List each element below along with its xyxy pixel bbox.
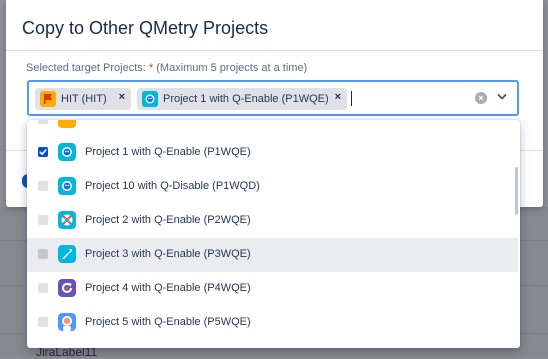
option-checkbox[interactable]	[38, 249, 48, 259]
chip-label: HIT (HIT)	[61, 93, 107, 105]
chip-label: Project 1 with Q-Enable (P1WQE)	[163, 93, 329, 105]
dropdown-scrollbar[interactable]	[515, 167, 518, 215]
label-hint: (Maximum 5 projects at a time)	[153, 62, 308, 74]
refresh-project-icon	[58, 279, 76, 297]
list-item[interactable]: Project 1 with Q-Enable (P1WQE)	[27, 136, 518, 170]
modal-header-divider	[6, 50, 543, 51]
check-icon	[39, 149, 47, 155]
option-checkbox[interactable]	[38, 147, 48, 157]
clear-selection-icon[interactable]: ×	[475, 92, 487, 104]
remove-chip-button[interactable]: ×	[335, 91, 341, 103]
option-label: Project 4 with Q-Enable (P4WQE)	[85, 282, 251, 294]
modal-title: Copy to Other QMetry Projects	[22, 18, 269, 38]
robot-project-icon	[58, 143, 76, 161]
project-icon	[58, 120, 76, 128]
robot-project-icon	[142, 91, 158, 107]
option-checkbox[interactable]	[38, 120, 48, 124]
target-projects-label: Selected target Projects: * (Maximum 5 p…	[26, 62, 307, 74]
list-item[interactable]: Project 5 with Q-Enable (P5WQE)	[27, 306, 518, 340]
list-item[interactable]: Project 10 with Q-Disable (P1WQD)	[27, 170, 518, 204]
flag-project-icon	[40, 91, 56, 107]
list-item[interactable]: Project 2 with Q-Enable (P2WQE)	[27, 204, 518, 238]
option-label: Project 1 with Q-Enable (P1WQE)	[85, 146, 251, 158]
list-item[interactable]: Project 4 with Q-Enable (P4WQE)	[27, 272, 518, 306]
option-checkbox[interactable]	[38, 181, 48, 191]
remove-chip-button[interactable]: ×	[119, 91, 125, 103]
chevron-down-icon[interactable]	[497, 90, 507, 104]
rocket-project-icon	[58, 245, 76, 263]
label-text: Selected target Projects:	[26, 62, 149, 74]
selected-chip-hit: HIT (HIT) ×	[35, 88, 131, 110]
list-item[interactable]: Project 3 with Q-Enable (P3WQE)	[27, 238, 518, 272]
list-item[interactable]	[27, 120, 518, 137]
astronaut-project-icon	[58, 313, 76, 331]
selected-chip-p1wqe: Project 1 with Q-Enable (P1WQE) ×	[137, 88, 347, 110]
text-caret[interactable]	[351, 91, 352, 106]
option-label: Project 2 with Q-Enable (P2WQE)	[85, 214, 251, 226]
robot-project-icon	[58, 177, 76, 195]
lifebuoy-project-icon	[58, 211, 76, 229]
option-label: Project 10 with Q-Disable (P1WQD)	[85, 180, 260, 192]
option-checkbox[interactable]	[38, 283, 48, 293]
option-label: Project 3 with Q-Enable (P3WQE)	[85, 248, 251, 260]
option-checkbox[interactable]	[38, 215, 48, 225]
option-checkbox[interactable]	[38, 317, 48, 327]
option-label: Project 5 with Q-Enable (P5WQE)	[85, 316, 251, 328]
project-multiselect[interactable]: HIT (HIT) × Project 1 with Q-Enable (P1W…	[27, 80, 519, 116]
project-options-list[interactable]: Project 1 with Q-Enable (P1WQE) Project …	[27, 120, 520, 348]
